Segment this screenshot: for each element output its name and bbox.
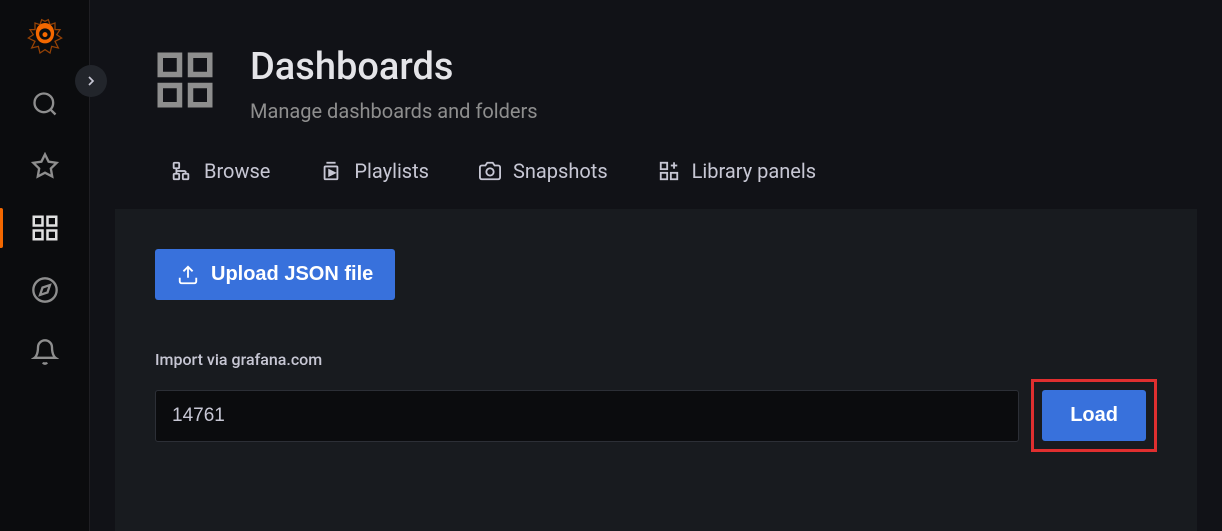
tab-library-panels[interactable]: Library panels (658, 153, 816, 189)
content-area: Upload JSON file Import via grafana.com … (115, 209, 1197, 531)
import-section: Import via grafana.com Load (155, 350, 1157, 452)
import-label: Import via grafana.com (155, 350, 1157, 369)
tab-label: Browse (204, 159, 270, 183)
load-button[interactable]: Load (1042, 390, 1146, 441)
search-icon[interactable] (29, 88, 61, 120)
alerting-icon[interactable] (29, 336, 61, 368)
explore-icon[interactable] (29, 274, 61, 306)
main-content: Dashboards Manage dashboards and folders… (90, 0, 1222, 531)
tab-snapshots[interactable]: Snapshots (479, 153, 608, 189)
load-button-highlight: Load (1031, 379, 1157, 452)
dashboards-header-icon (150, 45, 220, 115)
sidebar (0, 0, 90, 531)
tab-label: Snapshots (513, 159, 608, 183)
expand-sidebar-button[interactable] (75, 65, 107, 97)
upload-json-button[interactable]: Upload JSON file (155, 249, 395, 300)
tabs-bar: Browse Playlists Snapshots Library panel… (90, 153, 1222, 189)
starred-icon[interactable] (29, 150, 61, 182)
tab-label: Playlists (354, 159, 429, 183)
import-id-input[interactable] (155, 390, 1019, 442)
dashboards-nav-icon[interactable] (29, 212, 61, 244)
page-title: Dashboards (250, 45, 538, 89)
page-subtitle: Manage dashboards and folders (250, 99, 538, 123)
tab-playlists[interactable]: Playlists (320, 153, 429, 189)
tab-label: Library panels (692, 159, 816, 183)
grafana-logo[interactable] (25, 18, 65, 58)
page-header: Dashboards Manage dashboards and folders (90, 0, 1222, 153)
tab-browse[interactable]: Browse (170, 153, 270, 189)
upload-button-label: Upload JSON file (211, 263, 373, 286)
